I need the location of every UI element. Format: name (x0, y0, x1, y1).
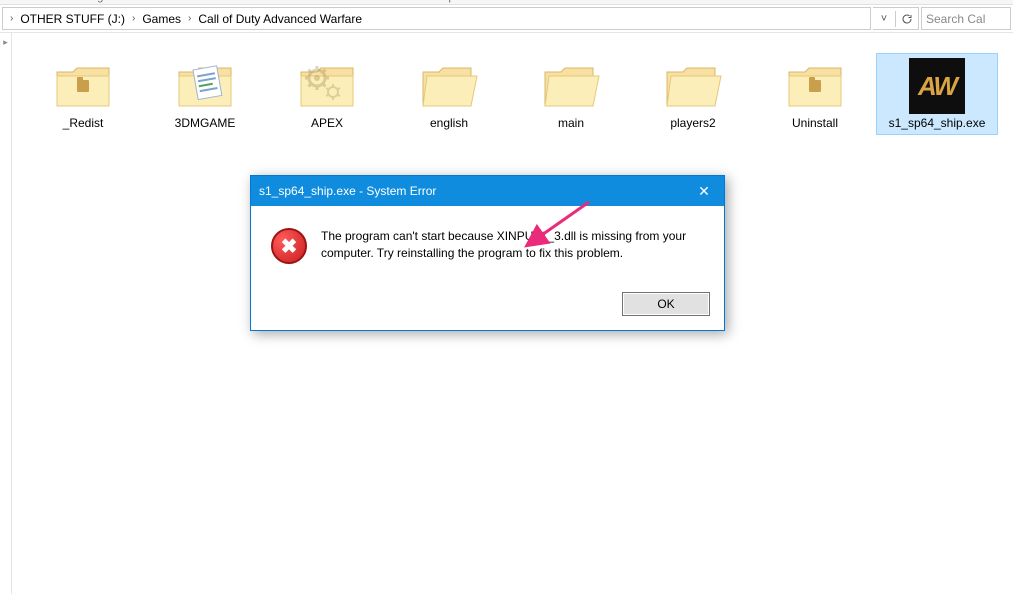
folder-icon (417, 58, 481, 114)
dialog-titlebar[interactable]: s1_sp64_ship.exe - System Error ✕ (251, 176, 724, 206)
breadcrumb-games[interactable]: Games (138, 8, 185, 29)
error-icon: ✖ (271, 228, 307, 264)
search-input[interactable]: Search Cal (921, 7, 1011, 30)
ribbon-group-open: Open (440, 0, 467, 3)
close-button[interactable]: ✕ (684, 176, 724, 206)
folder-item[interactable]: main (510, 53, 632, 135)
breadcrumb[interactable]: › OTHER STUFF (J:) › Games › Call of Dut… (2, 7, 871, 30)
folder-icon (783, 58, 847, 114)
breadcrumb-cod[interactable]: Call of Duty Advanced Warfare (194, 8, 366, 29)
chevron-icon: › (185, 13, 194, 24)
file-label: players2 (670, 116, 715, 130)
file-label: Uninstall (792, 116, 838, 130)
folder-item[interactable]: players2 (632, 53, 754, 135)
address-bar: › OTHER STUFF (J:) › Games › Call of Dut… (0, 5, 1013, 33)
file-label: 3DMGAME (175, 116, 236, 130)
folder-icon (295, 58, 359, 114)
file-label: s1_sp64_ship.exe (889, 116, 986, 130)
nav-pane-toggle[interactable]: ▸ (0, 33, 12, 594)
folder-icon (173, 58, 237, 114)
dialog-message: The program can't start because XINPUT1_… (321, 228, 704, 262)
ribbon-group-new: New (285, 0, 307, 3)
folder-item[interactable]: _Redist (22, 53, 144, 135)
folder-item[interactable]: english (388, 53, 510, 135)
file-label: _Redist (63, 116, 104, 130)
error-dialog: s1_sp64_ship.exe - System Error ✕ ✖ The … (250, 175, 725, 331)
file-label: main (558, 116, 584, 130)
file-label: english (430, 116, 468, 130)
refresh-button[interactable] (896, 8, 918, 29)
close-icon: ✕ (698, 183, 710, 200)
folder-icon (661, 58, 725, 114)
folder-item[interactable]: 3DMGAME (144, 53, 266, 135)
folder-item[interactable]: APEX (266, 53, 388, 135)
chevron-icon: › (129, 13, 138, 24)
breadcrumb-drive[interactable]: OTHER STUFF (J:) (16, 8, 129, 29)
ok-button[interactable]: OK (622, 292, 710, 316)
address-history-button[interactable]: ˅ (873, 8, 895, 29)
folder-item[interactable]: Uninstall (754, 53, 876, 135)
chevron-icon: › (7, 13, 16, 24)
file-item-exe[interactable]: AW s1_sp64_ship.exe (876, 53, 998, 135)
folder-icon (51, 58, 115, 114)
dialog-title: s1_sp64_ship.exe - System Error (259, 184, 684, 198)
file-label: APEX (311, 116, 343, 130)
ribbon-group-select: Select (560, 0, 591, 3)
refresh-icon (901, 13, 913, 25)
folder-icon (539, 58, 603, 114)
exe-icon: AW (909, 58, 965, 114)
ribbon-group-organize: Organize (85, 0, 130, 3)
